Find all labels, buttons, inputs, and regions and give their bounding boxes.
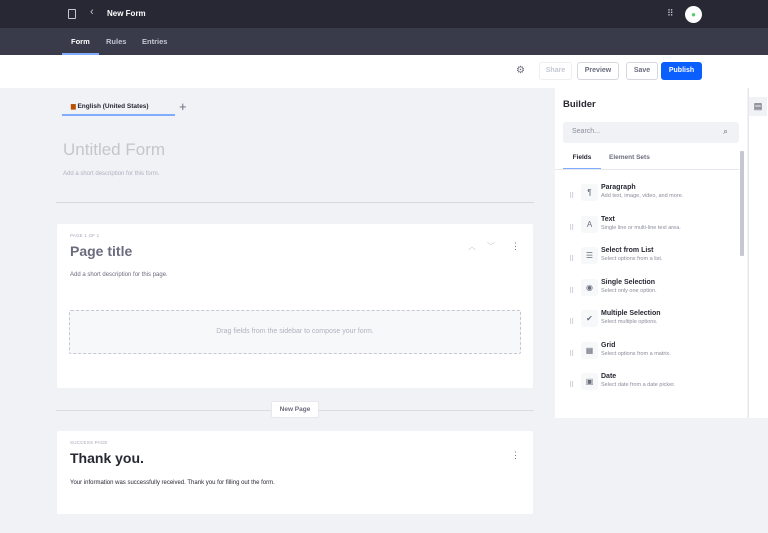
tab-entries[interactable]: Entries (142, 28, 167, 55)
success-page-label: Success Page (70, 440, 108, 445)
paragraph-icon: ¶ (581, 184, 598, 201)
success-title[interactable]: Thank you. (70, 450, 144, 466)
gear-icon[interactable]: ⚙ (516, 65, 525, 76)
form-title-input[interactable]: Untitled Form (63, 140, 165, 160)
drag-handle-icon[interactable]: ⠿ (569, 287, 574, 295)
publish-button[interactable]: Publish (661, 62, 702, 80)
scrollbar[interactable] (740, 148, 744, 388)
add-language-button[interactable]: + (179, 99, 187, 114)
drag-handle-icon[interactable]: ⠿ (569, 192, 574, 200)
field-item[interactable]: ⠿ ◉ Single Selection Select only one option… (563, 278, 733, 307)
form-description-input[interactable]: Add a short description for this form. (63, 171, 159, 177)
top-bar: ‹ New Form ⠿ ● (0, 0, 768, 28)
builder-title: Builder (563, 99, 596, 110)
drop-zone[interactable]: Drag fields from the sidebar to compose … (69, 310, 521, 354)
field-description: Select only one option. (601, 287, 657, 294)
save-button[interactable]: Save (626, 62, 658, 80)
chevron-down-icon[interactable]: ﹀ (487, 241, 495, 252)
calendar-icon: ▣ (581, 373, 598, 390)
preview-button[interactable]: Preview (577, 62, 619, 80)
field-description: Select options from a matrix. (601, 350, 671, 357)
field-item[interactable]: ⠿ ▣ Date Select date from a date picker. (563, 373, 733, 401)
tabs-divider (555, 169, 739, 170)
field-item[interactable]: ⠿ ¶ Paragraph Add text, image, video, and m… (563, 184, 733, 212)
share-button[interactable]: Share (539, 62, 572, 80)
language-label: English (United States) (77, 103, 149, 110)
search-icon[interactable]: ⌕ (723, 126, 728, 137)
field-title: Text (601, 215, 615, 223)
nav-tabs: Form Rules Entries (0, 28, 768, 55)
field-description: Single line or multi-line text area. (601, 224, 681, 231)
drag-handle-icon[interactable]: ⠿ (569, 224, 574, 232)
field-description: Select multiple options. (601, 319, 658, 325)
grid-table-icon: ▦ (581, 341, 598, 359)
drag-handle-icon[interactable]: ⠿ (569, 381, 574, 389)
drag-handle-icon[interactable]: ⠿ (569, 255, 574, 263)
field-title: Single Selection (601, 278, 656, 286)
page-title-input[interactable]: Page title (70, 243, 132, 259)
field-item[interactable]: ⠿ ▦ Grid Select options from a matrix. (563, 341, 733, 370)
tab-element-sets[interactable]: Element Sets (609, 154, 650, 161)
chevron-up-icon[interactable]: ︿ (468, 241, 476, 252)
radio-icon: ◉ (581, 278, 598, 296)
field-item[interactable]: ⠿ A Text Single line or multi-line text are… (563, 215, 733, 244)
tab-form[interactable]: Form (62, 28, 99, 55)
field-description: Add text, image, video, and more. (601, 193, 684, 199)
us-flag-icon: ▆ (71, 104, 76, 110)
field-title: Select from List (601, 247, 654, 254)
field-item[interactable]: ⠿ ☰ Select from List Select options from a … (563, 247, 733, 275)
field-item[interactable]: ⠿ ✔ Multiple Selection Select multiple opti… (563, 310, 733, 338)
form-builder-icon[interactable]: ▤ (749, 97, 767, 116)
right-strip (748, 88, 768, 418)
success-body[interactable]: Your information was successfully receiv… (70, 480, 275, 486)
field-description: Select date from a date picker. (601, 382, 676, 388)
builder-panel: Builder Search... ⌕ Fields Element Sets … (555, 88, 747, 418)
drag-handle-icon[interactable]: ⠿ (569, 318, 574, 326)
drag-handle-icon[interactable]: ⠿ (569, 350, 574, 358)
page-card: Page 1 of 1 Page title Add a short descr… (57, 224, 533, 388)
language-tab[interactable]: ▆ English (United States) (62, 100, 175, 116)
tab-fields[interactable]: Fields (563, 154, 601, 169)
chevron-left-icon[interactable]: ‹ (90, 6, 94, 18)
field-title: Grid (601, 341, 616, 349)
tab-rules[interactable]: Rules (106, 28, 126, 55)
page-title: New Form (107, 9, 146, 18)
field-title: Date (601, 373, 617, 380)
divider (56, 202, 534, 203)
sidebar-icon[interactable] (68, 9, 76, 19)
search-placeholder: Search... (572, 128, 601, 135)
field-title: Multiple Selection (601, 310, 661, 317)
avatar[interactable]: ● (685, 6, 702, 23)
text-icon: A (581, 215, 598, 233)
search-input[interactable]: Search... ⌕ (563, 122, 739, 143)
kebab-menu-icon[interactable]: ⋮ (511, 241, 520, 252)
list-icon: ☰ (581, 247, 598, 264)
checkbox-icon: ✔ (581, 310, 598, 327)
grid-icon[interactable]: ⠿ (667, 8, 674, 19)
field-description: Select options from a list. (601, 256, 663, 262)
success-page-card: Success Page Thank you. Your information… (57, 431, 533, 514)
new-page-button[interactable]: New Page (271, 401, 319, 418)
page-counter: Page 1 of 1 (70, 233, 100, 238)
kebab-menu-icon[interactable]: ⋮ (511, 450, 520, 461)
field-title: Paragraph (601, 184, 636, 191)
page-description-input[interactable]: Add a short description for this page. (70, 272, 168, 278)
